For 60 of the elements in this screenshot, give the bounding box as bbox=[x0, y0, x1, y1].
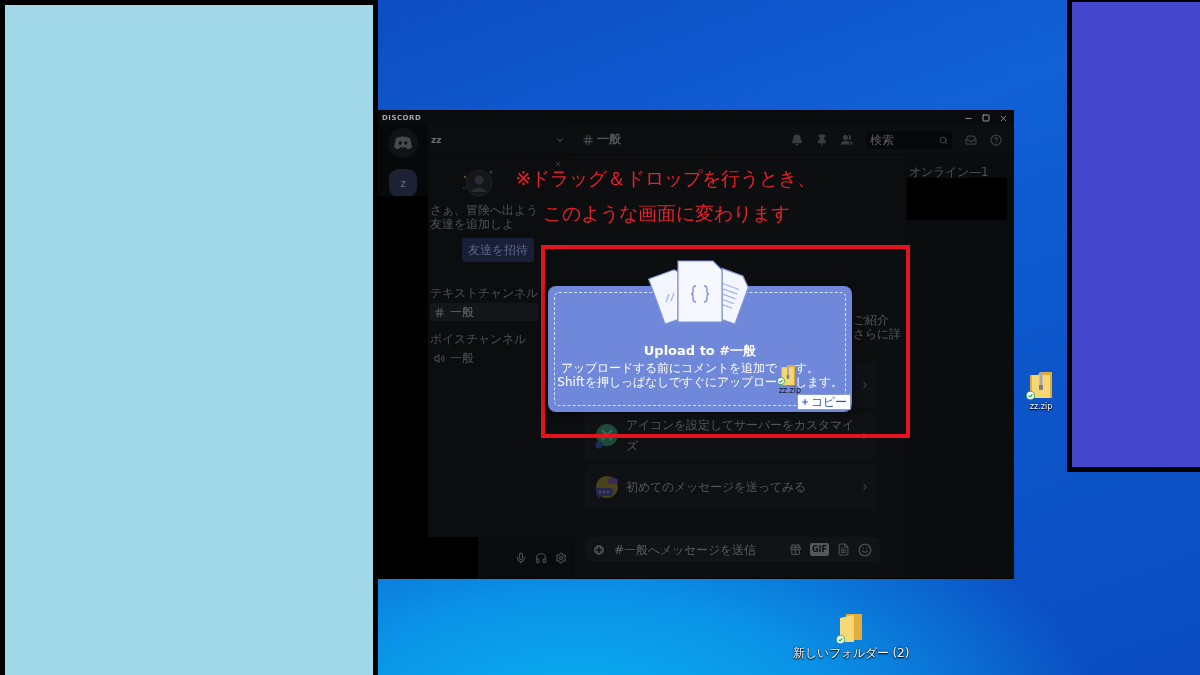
settings-icon[interactable] bbox=[555, 551, 567, 564]
plus-icon bbox=[800, 398, 809, 406]
bell-icon[interactable] bbox=[791, 133, 803, 146]
task-row[interactable]: アイコンを設定してサーバーをカスタマイズ bbox=[585, 413, 875, 459]
invite-text: さぁ、冒険へ出よう bbox=[430, 203, 538, 217]
pin-icon[interactable] bbox=[816, 133, 828, 146]
folder-icon bbox=[840, 614, 862, 642]
task-label: 初めてのメッセージを送ってみる bbox=[625, 478, 807, 496]
annotation-text: このような画面に変わります bbox=[542, 202, 790, 224]
channel-title: 一般 bbox=[597, 131, 621, 148]
hash-icon bbox=[582, 133, 594, 146]
desktop-icon-label[interactable]: zz.zip bbox=[1029, 402, 1053, 412]
upload-hint-text: Shiftを押しっぱなしですぐにアップロー bbox=[557, 375, 777, 389]
avatar-illustration-drawing bbox=[462, 168, 494, 198]
message-input[interactable]: #一般へメッセージを送信 GIF bbox=[585, 537, 880, 562]
welcome-text: ご紹介 bbox=[853, 313, 889, 327]
cross-badge-icon bbox=[594, 423, 620, 449]
check-badge-icon bbox=[836, 635, 845, 644]
inbox-icon[interactable] bbox=[965, 133, 977, 146]
gift-icon[interactable] bbox=[789, 543, 802, 556]
check-badge-icon bbox=[776, 377, 785, 385]
search-icon bbox=[939, 135, 948, 145]
help-icon[interactable] bbox=[990, 133, 1002, 146]
microphone-icon[interactable] bbox=[515, 551, 527, 564]
invite-text: 友達を追加しよ bbox=[430, 217, 515, 231]
task-row[interactable]: 初めてのメッセージを送ってみる bbox=[585, 464, 875, 510]
check-badge-icon bbox=[1026, 391, 1035, 400]
chat-bubble-icon bbox=[594, 474, 620, 500]
gamepad-logo-icon[interactable] bbox=[388, 128, 418, 158]
maximize-icon[interactable] bbox=[982, 114, 990, 122]
task-label: アイコンを設定してサーバーをカスタマイズ bbox=[625, 417, 854, 455]
plus-circle-icon[interactable] bbox=[592, 542, 606, 557]
emoji-icon[interactable] bbox=[858, 542, 872, 557]
upload-hint-text: アップロードする前にコメントを追加で bbox=[560, 361, 777, 375]
hash-icon bbox=[434, 306, 445, 318]
channel-item[interactable]: 一般 bbox=[430, 303, 538, 321]
welcome-text: さらに詳 bbox=[853, 327, 902, 341]
speaker-icon bbox=[434, 352, 445, 364]
category-label[interactable]: テキストチャンネル bbox=[430, 286, 538, 300]
server-icon[interactable]: z bbox=[389, 169, 417, 197]
server-name: zz bbox=[431, 134, 442, 145]
chevron-right-icon bbox=[860, 482, 870, 492]
close-icon[interactable] bbox=[999, 113, 1008, 123]
file-icon[interactable] bbox=[837, 543, 850, 556]
copy-text: コピー bbox=[810, 395, 847, 409]
members-heading: オンライン—1 bbox=[909, 166, 990, 178]
upload-title: Upload to #一般 bbox=[643, 343, 757, 359]
chevron-right-icon bbox=[860, 380, 870, 390]
search-field[interactable]: 検索 bbox=[866, 130, 952, 149]
invite-button[interactable]: 友達を招待 bbox=[462, 238, 534, 262]
annotation-text: ※ドラッグ＆ドロップを行うとき、 bbox=[515, 168, 817, 189]
upload-hint-text: す。 bbox=[794, 361, 819, 375]
headphones-icon[interactable] bbox=[535, 551, 547, 564]
members-icon[interactable] bbox=[841, 133, 853, 146]
zip-folder-icon bbox=[1030, 372, 1052, 398]
gif-button[interactable]: GIF bbox=[810, 543, 829, 556]
desktop-icon-label[interactable]: 新しいフォルダー (2) bbox=[792, 646, 910, 661]
message-field[interactable]: #一般へメッセージを送信 bbox=[614, 542, 781, 557]
channel-name: 一般 bbox=[450, 303, 474, 321]
category-label[interactable]: ボイスチャンネル bbox=[430, 332, 526, 346]
